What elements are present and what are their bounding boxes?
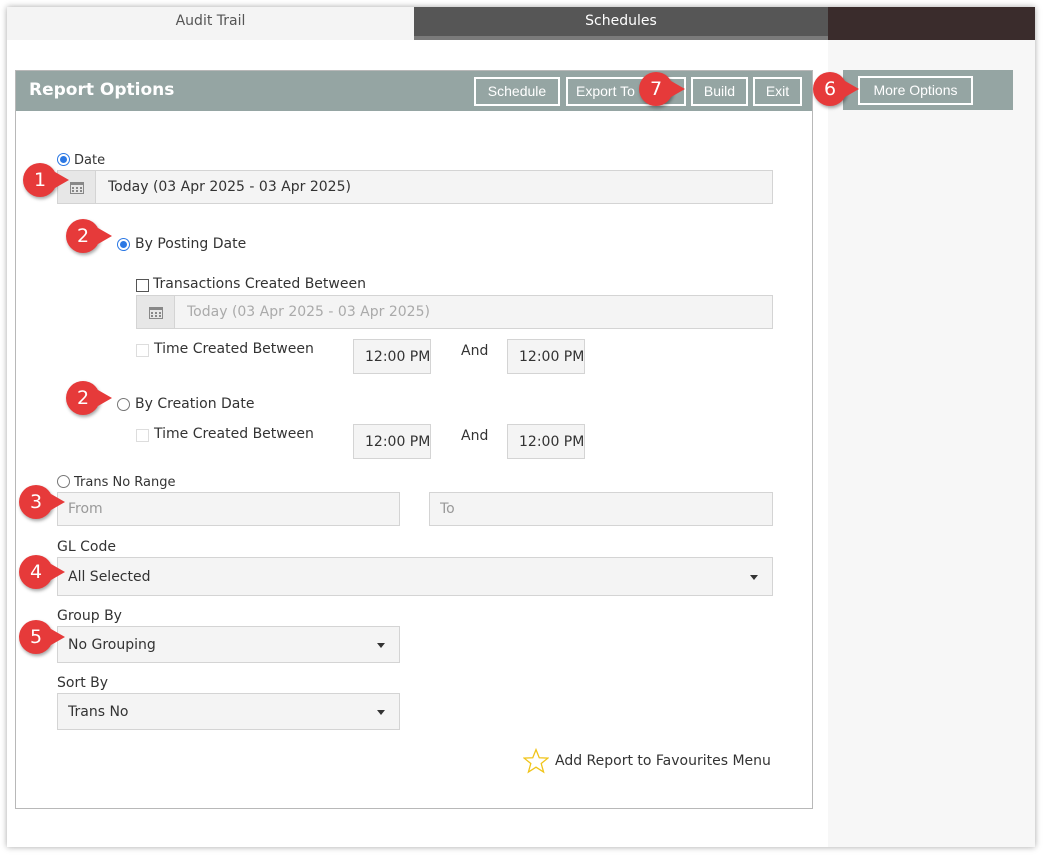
created-range-value: Today (03 Apr 2025 - 03 Apr 2025)	[187, 304, 430, 320]
right-column	[828, 40, 1035, 847]
time-to-input[interactable]: 12:00 PM	[507, 339, 585, 374]
callout-marker-5: 5	[19, 620, 65, 654]
time-created-label: Time Created Between	[154, 341, 314, 357]
group-by-select[interactable]: No Grouping	[57, 626, 400, 663]
trans-no-to-input[interactable]: To	[429, 492, 773, 526]
trans-no-range-label: Trans No Range	[74, 475, 176, 490]
sort-by-value: Trans No	[68, 703, 129, 720]
caret-down-icon	[377, 642, 385, 648]
add-to-favourites-link[interactable]: Add Report to Favourites Menu	[555, 753, 771, 769]
by-posting-date-label: By Posting Date	[135, 236, 247, 252]
creation-and-label: And	[461, 428, 489, 444]
sort-by-select[interactable]: Trans No	[57, 693, 400, 730]
creation-time-created-checkbox[interactable]	[136, 429, 149, 442]
schedule-button[interactable]: Schedule	[474, 77, 560, 106]
time-to-value: 12:00 PM	[519, 349, 585, 365]
and-label: And	[461, 343, 489, 359]
created-range-field[interactable]: Today (03 Apr 2025 - 03 Apr 2025)	[136, 295, 773, 329]
by-posting-date-radio[interactable]	[117, 238, 130, 251]
app-frame: Audit Trail Schedules Report Options Sch…	[7, 7, 1035, 847]
date-range-value: Today (03 Apr 2025 - 03 Apr 2025)	[108, 179, 351, 195]
group-by-label: Group By	[57, 608, 122, 624]
callout-marker-2b: 2	[66, 381, 112, 415]
gl-code-select[interactable]: All Selected	[57, 557, 773, 596]
build-button[interactable]: Build	[691, 77, 748, 106]
by-creation-date-label: By Creation Date	[135, 396, 255, 412]
trans-no-range-radio[interactable]	[57, 475, 70, 488]
callout-marker-3: 3	[19, 485, 65, 519]
exit-button[interactable]: Exit	[753, 77, 802, 106]
star-icon[interactable]	[522, 747, 550, 774]
creation-time-to-value: 12:00 PM	[519, 434, 585, 450]
report-options-panel: Report Options Schedule Export To Build …	[15, 70, 813, 809]
creation-time-to-input[interactable]: 12:00 PM	[507, 424, 585, 459]
time-from-value: 12:00 PM	[365, 349, 431, 365]
date-range-field[interactable]: Today (03 Apr 2025 - 03 Apr 2025)	[57, 170, 773, 204]
panel-header: Report Options Schedule Export To Build …	[16, 71, 812, 111]
sort-by-label: Sort By	[57, 675, 109, 691]
panel-title: Report Options	[29, 80, 175, 100]
callout-marker-1: 1	[23, 163, 69, 197]
calendar-icon[interactable]	[137, 296, 175, 328]
more-options-header: More Options	[843, 70, 1013, 110]
trans-no-from-placeholder: From	[68, 501, 103, 517]
gl-code-value: All Selected	[68, 568, 151, 585]
creation-time-from-value: 12:00 PM	[365, 434, 431, 450]
tab-bar: Audit Trail Schedules	[7, 7, 1035, 40]
tab-bar-filler	[828, 7, 1035, 40]
by-creation-date-radio[interactable]	[117, 398, 130, 411]
callout-marker-6: 6	[813, 72, 859, 106]
tab-audit-trail[interactable]: Audit Trail	[7, 7, 414, 40]
creation-time-created-label: Time Created Between	[154, 426, 314, 442]
trans-no-to-placeholder: To	[440, 501, 455, 517]
callout-marker-7: 7	[639, 72, 685, 106]
trans-no-from-input[interactable]: From	[57, 492, 400, 526]
callout-marker-4: 4	[19, 555, 65, 589]
time-created-checkbox[interactable]	[136, 344, 149, 357]
time-from-input[interactable]: 12:00 PM	[353, 339, 431, 374]
tab-schedules[interactable]: Schedules	[414, 7, 828, 40]
group-by-value: No Grouping	[68, 636, 156, 653]
date-radio[interactable]	[57, 153, 70, 166]
callout-marker-2a: 2	[66, 219, 112, 253]
caret-down-icon	[377, 709, 385, 715]
more-options-button[interactable]: More Options	[858, 76, 973, 105]
date-label: Date	[74, 153, 106, 168]
creation-time-from-input[interactable]: 12:00 PM	[353, 424, 431, 459]
transactions-created-label: Transactions Created Between	[153, 276, 366, 292]
transactions-created-checkbox[interactable]	[136, 279, 149, 292]
gl-code-label: GL Code	[57, 539, 116, 555]
caret-down-icon	[750, 574, 758, 580]
